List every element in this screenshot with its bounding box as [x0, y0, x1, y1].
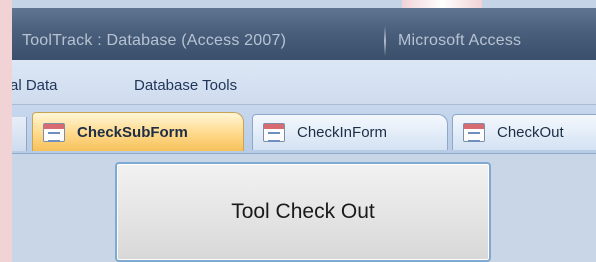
- ribbon-tab-external-data[interactable]: al Data: [12, 77, 58, 94]
- form-icon: [463, 123, 485, 142]
- form-canvas: Tool Check Out: [12, 154, 596, 262]
- title-separator: [384, 26, 386, 56]
- access-window: ToolTrack : Database (Access 2007) Micro…: [12, 0, 596, 262]
- document-tab-label: CheckSubForm: [77, 123, 188, 141]
- ribbon-tab-database-tools[interactable]: Database Tools: [134, 77, 237, 94]
- form-icon: [263, 123, 285, 142]
- ribbon-tab-strip: al Data Database Tools: [12, 60, 596, 105]
- document-tab-checksubform[interactable]: CheckSubForm: [32, 112, 244, 151]
- form-icon: [43, 122, 65, 142]
- document-tabs-bar: CheckSubForm CheckInForm CheckOut: [12, 105, 596, 154]
- tool-check-out-button[interactable]: Tool Check Out: [115, 162, 491, 262]
- document-tab-label: CheckInForm: [297, 124, 388, 141]
- application-name: Microsoft Access: [398, 32, 522, 49]
- document-tab-checkout[interactable]: CheckOut: [452, 114, 596, 150]
- window-title: ToolTrack : Database (Access 2007): [22, 32, 287, 49]
- title-bar: ToolTrack : Database (Access 2007) Micro…: [12, 8, 596, 60]
- window-glow: [402, 0, 482, 8]
- document-tab-previous[interactable]: [12, 117, 27, 151]
- document-tab-label: CheckOut: [497, 124, 564, 141]
- document-tab-checkinform[interactable]: CheckInForm: [252, 114, 448, 150]
